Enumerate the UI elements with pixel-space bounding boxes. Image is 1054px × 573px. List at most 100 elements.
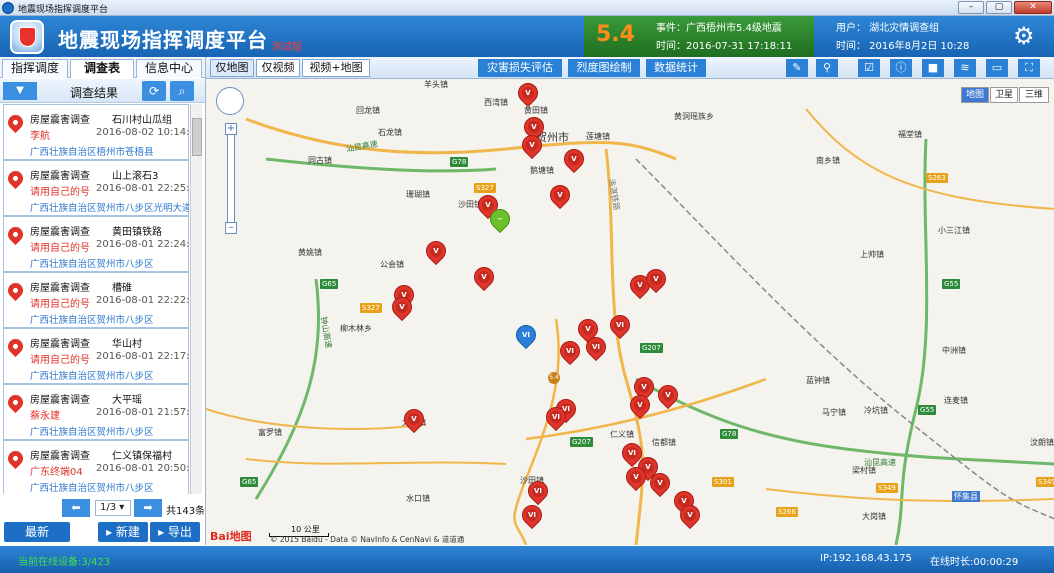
item-time: 2016-08-01 22:25:05 <box>96 183 189 194</box>
tab-survey[interactable]: 调查表 <box>70 59 134 78</box>
map-label: 马宁镇 <box>822 408 846 417</box>
item-region: 广西壮族自治区贺州市八步区 <box>30 259 154 270</box>
loss-assessment-button[interactable]: 灾害损失评估 <box>478 59 562 77</box>
list-item[interactable]: 房屋震害调查 山上滚石3 请用自己的号 2016-08-01 22:25:05 … <box>3 160 189 216</box>
item-type: 房屋震害调查 <box>30 283 90 294</box>
left-tabs: 指挥调度 调查表 信息中心 <box>0 58 205 78</box>
total-count: 共143条 <box>166 506 204 517</box>
maptype-3d[interactable]: 三维 <box>1019 87 1049 103</box>
zoom-in-button[interactable]: + <box>225 123 237 135</box>
list-item[interactable]: 房屋震害调查 大平瑶 蔡永建 2016-08-01 21:57:56 广西壮族自… <box>3 384 189 440</box>
location-pin-icon <box>4 223 27 246</box>
item-time: 2016-08-01 22:24:10 <box>96 239 189 250</box>
survey-panel-header: ▼ 调查结果 ⟳ ⌕ <box>0 79 205 103</box>
tab-video-map[interactable]: 视频+地图 <box>302 59 370 77</box>
item-user: 广东终端04 <box>30 467 83 478</box>
new-button[interactable]: ▸ 新建 <box>98 522 148 542</box>
layers-icon[interactable]: ≋ <box>954 59 976 77</box>
tab-info-center[interactable]: 信息中心 <box>136 59 202 78</box>
marker-icon[interactable]: ⚲ <box>816 59 838 77</box>
event-name: 事件：广西梧州市5.4级地震 <box>656 23 782 34</box>
list-item[interactable]: 房屋震害调查 华山村 请用自己的号 2016-08-01 22:17:00 广西… <box>3 328 189 384</box>
panel-title: 调查结果 <box>70 86 119 100</box>
list-item[interactable]: 房屋震害调查 槽碓 请用自己的号 2016-08-01 22:22:43 广西壮… <box>3 272 189 328</box>
road-label: 汕昆高速 <box>864 458 896 467</box>
list-item[interactable]: 房屋震害调查 黄田镇铁路 请用自己的号 2016-08-01 22:24:10 … <box>3 216 189 272</box>
maptype-map[interactable]: 地图 <box>961 87 989 103</box>
intensity-map-button[interactable]: 烈度图绘制 <box>568 59 640 77</box>
item-type: 房屋震害调查 <box>30 227 90 238</box>
app-logo <box>10 20 44 54</box>
item-place: 山上滚石3 <box>112 171 159 182</box>
page-select[interactable]: 1/3 ▾ <box>95 500 131 516</box>
road-shield: S327 <box>360 303 382 313</box>
map-toolbar: 仅地图 仅视频 视频+地图 灾害损失评估 烈度图绘制 数据统计 ✎ ⚲ ☑ ⓘ … <box>205 57 1054 79</box>
scrollbar-thumb[interactable] <box>192 118 202 156</box>
tab-map-only[interactable]: 仅地图 <box>210 59 254 77</box>
list-scrollbar[interactable] <box>190 104 202 494</box>
item-place: 华山村 <box>112 339 142 350</box>
item-user: 请用自己的号 <box>30 355 90 366</box>
statistics-button[interactable]: 数据统计 <box>646 59 706 77</box>
road-shield: S327 <box>474 183 496 193</box>
map-label: 中洲镇 <box>942 346 966 355</box>
road-shield: G55 <box>942 279 961 289</box>
checkbox-icon[interactable]: ☑ <box>858 59 880 77</box>
item-place: 大平瑶 <box>112 395 142 406</box>
road-shield: S349 <box>876 483 898 493</box>
location-pin-icon <box>4 279 27 302</box>
map-label: 水口镇 <box>406 494 430 503</box>
next-page-button[interactable]: ➡ <box>134 499 162 517</box>
gear-icon[interactable]: ⚙ <box>1013 22 1035 50</box>
item-place: 黄田镇铁路 <box>112 227 162 238</box>
fullscreen-icon[interactable]: ⛶ <box>1018 59 1040 77</box>
maximize-button[interactable]: ▢ <box>986 1 1012 14</box>
prev-page-button[interactable]: ⬅ <box>62 499 90 517</box>
app-title: 地震现场指挥调度平台 <box>58 28 268 52</box>
list-item[interactable]: 房屋震害调查 石川村山瓜组 李航 2016-08-02 10:14:17 广西壮… <box>3 104 189 160</box>
minimize-button[interactable]: – <box>958 1 984 14</box>
export-button[interactable]: ▸ 导出 <box>150 522 200 542</box>
list-item[interactable]: 房屋震害调查 仁义镇保福村 广东终端04 2016-08-01 20:50:27… <box>3 440 189 494</box>
search-icon[interactable]: ⌕ <box>170 81 194 101</box>
road-shield: G207 <box>640 343 663 353</box>
map-label: 冷坑镇 <box>864 406 888 415</box>
window-icon[interactable]: ▭ <box>986 59 1008 77</box>
road-shield: G207 <box>570 437 593 447</box>
map-label: 蓝钟镇 <box>806 376 830 385</box>
maptype-satellite[interactable]: 卫星 <box>990 87 1018 103</box>
latest-button[interactable]: 最新 <box>4 522 70 542</box>
map-label: 同古镇 <box>308 156 332 165</box>
map-label: 南乡镇 <box>816 156 840 165</box>
map-area[interactable]: 羊头镇 西湾镇 黄田镇 贺州市 莲塘镇 黄洞瑶族乡 回龙镇 石龙镇 同古镇 鹅塘… <box>205 79 1054 545</box>
zoom-out-button[interactable]: – <box>225 222 237 234</box>
pencil-icon[interactable]: ✎ <box>786 59 808 77</box>
item-type: 房屋震害调查 <box>30 395 90 406</box>
map-label: 大岗镇 <box>862 512 886 521</box>
item-user: 请用自己的号 <box>30 187 90 198</box>
tab-video-only[interactable]: 仅视频 <box>256 59 300 77</box>
item-type: 房屋震害调查 <box>30 171 90 182</box>
road-shield: S263 <box>926 173 948 183</box>
item-region: 广西壮族自治区贺州市八步区 <box>30 427 154 438</box>
item-time: 2016-08-02 10:14:17 <box>96 127 189 138</box>
event-panel: 5.4 事件：广西梧州市5.4级地震 时间：2016-07-31 17:18:1… <box>584 16 814 57</box>
map-label: 石龙镇 <box>378 128 402 137</box>
map-label: 福堂镇 <box>898 130 922 139</box>
event-time: 时间：2016-07-31 17:18:11 <box>656 41 793 52</box>
refresh-icon[interactable]: ⟳ <box>142 81 166 101</box>
collapse-dropdown[interactable]: ▼ <box>3 82 37 100</box>
map-label: 上帅镇 <box>860 250 884 259</box>
close-button[interactable]: ✕ <box>1014 1 1052 14</box>
tab-command[interactable]: 指挥调度 <box>2 59 68 78</box>
map-label: 鹅塘镇 <box>530 166 554 175</box>
map-label: 小三江镇 <box>938 226 970 235</box>
zoom-slider[interactable] <box>227 124 235 234</box>
epicenter-icon[interactable]: 5.4 <box>548 372 560 384</box>
item-time: 2016-08-01 20:50:27 <box>96 463 189 474</box>
map-pan-control[interactable] <box>216 87 244 115</box>
info-icon[interactable]: ⓘ <box>890 59 912 77</box>
road-shield: G55 <box>918 405 937 415</box>
camera-icon[interactable]: ■ <box>922 59 944 77</box>
map-label: 西湾镇 <box>484 98 508 107</box>
